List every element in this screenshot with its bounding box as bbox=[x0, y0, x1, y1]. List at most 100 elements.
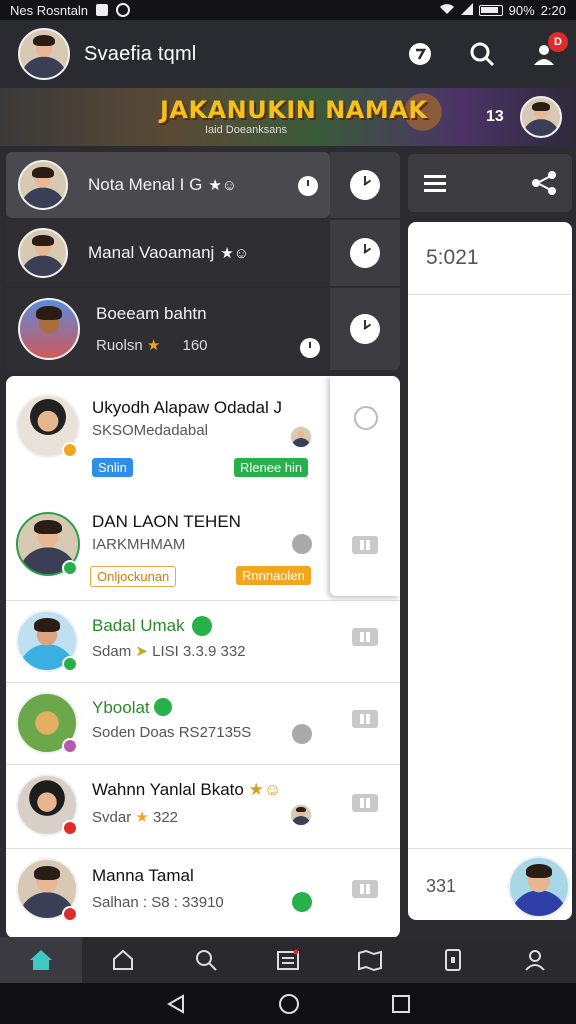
banner-subtitle: Iaid Doeanksans bbox=[205, 124, 287, 136]
bottom-nav bbox=[0, 937, 576, 983]
status-badge bbox=[62, 560, 78, 576]
battery-icon bbox=[478, 4, 503, 16]
status-badge bbox=[62, 656, 78, 672]
status-badge bbox=[62, 738, 78, 754]
contact-sub: SKSOMedadabal bbox=[92, 422, 208, 439]
list-item[interactable]: Badal Umak Sdam ➤ LISI 3.3.9 332 bbox=[6, 602, 400, 682]
banner-avatar bbox=[520, 96, 562, 138]
mini-avatar bbox=[290, 804, 312, 826]
app-header: Svaefia tqml D bbox=[0, 20, 576, 88]
avatar bbox=[18, 228, 68, 278]
list-item[interactable]: Yboolat Soden Doas RS27135S bbox=[6, 684, 400, 764]
call-button[interactable] bbox=[330, 288, 400, 370]
avatar bbox=[18, 298, 80, 360]
chat-bubble-icon[interactable] bbox=[406, 40, 434, 68]
map-icon bbox=[358, 949, 383, 972]
chat-sub: Ruolsn bbox=[96, 337, 143, 354]
share-icon[interactable] bbox=[532, 171, 556, 195]
floating-avatar[interactable] bbox=[508, 856, 570, 918]
contact-name: Yboolat bbox=[92, 698, 150, 717]
divider bbox=[6, 682, 400, 683]
tag-left[interactable]: Onljockunan bbox=[90, 566, 177, 587]
banner-title: JAKANUKIN NAMAK bbox=[160, 96, 428, 124]
notification-icon bbox=[96, 4, 109, 16]
menu-icon[interactable] bbox=[424, 175, 446, 192]
clock-icon bbox=[298, 176, 318, 196]
contact-name: Ukyodh Alapaw Odadal J bbox=[92, 398, 282, 417]
avatar bbox=[18, 160, 68, 210]
mini-avatar bbox=[290, 426, 312, 448]
list-item[interactable]: DAN LAON TEHEN IARKMHMAM Onljockunan Rnn… bbox=[6, 488, 400, 598]
divider bbox=[408, 848, 572, 849]
wifi-icon bbox=[439, 3, 455, 18]
home-icon bbox=[30, 950, 53, 970]
clock-time: 2:20 bbox=[540, 2, 566, 18]
nav-profile[interactable] bbox=[494, 937, 576, 983]
tag-right[interactable]: Rlenee hin bbox=[234, 458, 309, 477]
list-item[interactable]: Ukyodh Alapaw Odadal J SKSOMedadabal Snl… bbox=[6, 376, 400, 488]
check-icon[interactable] bbox=[354, 406, 378, 430]
contact-sub: IARKMHMAM bbox=[92, 536, 186, 553]
contact-list: Ukyodh Alapaw Odadal J SKSOMedadabal Snl… bbox=[6, 376, 400, 938]
user-notification-icon[interactable]: D bbox=[530, 32, 568, 68]
pause-icon[interactable] bbox=[352, 628, 378, 646]
pause-icon[interactable] bbox=[352, 536, 378, 554]
system-nav bbox=[0, 983, 576, 1024]
device-icon bbox=[444, 949, 461, 971]
home-circle-icon[interactable] bbox=[278, 993, 300, 1015]
call-button[interactable] bbox=[330, 220, 400, 286]
search-icon bbox=[195, 950, 217, 971]
pause-icon[interactable] bbox=[352, 880, 378, 898]
contact-name: Badal Umak bbox=[92, 616, 185, 635]
pause-icon[interactable] bbox=[352, 710, 378, 728]
contact-sub: Svdar bbox=[92, 809, 132, 826]
nav-search[interactable] bbox=[165, 937, 247, 983]
search-icon[interactable] bbox=[468, 40, 496, 68]
contact-meta: 322 bbox=[152, 809, 179, 826]
list-item[interactable]: Wahnn Yanlal Bkato ★☺ Svdar ★ 322 bbox=[6, 766, 400, 850]
detail-panel: 5:021 331 bbox=[408, 222, 572, 920]
signal-icon bbox=[460, 2, 473, 18]
emoji-icon: ★☺ bbox=[248, 780, 282, 799]
banner-count: 13 bbox=[486, 108, 504, 125]
nav-house[interactable] bbox=[82, 937, 164, 983]
tag-left[interactable]: Snlin bbox=[92, 458, 133, 477]
list-item[interactable]: Manna Tamal Salhan : S8 : 33910 bbox=[6, 850, 400, 938]
detail-time: 5:021 bbox=[426, 246, 479, 269]
recents-icon[interactable] bbox=[391, 994, 411, 1014]
divider bbox=[408, 294, 572, 295]
action-icon[interactable] bbox=[292, 534, 312, 554]
nav-news[interactable] bbox=[247, 937, 329, 983]
news-icon bbox=[276, 949, 299, 970]
back-icon[interactable] bbox=[165, 993, 187, 1015]
chat-item[interactable]: Boeeam bahtn Ruolsn ★ 160 bbox=[6, 288, 330, 370]
verified-icon bbox=[154, 698, 172, 716]
arrow-icon: ➤ bbox=[135, 643, 148, 660]
contact-name: Wahnn Yanlal Bkato bbox=[92, 780, 244, 799]
chat-item[interactable]: Manal Vaoamanj ★☺ bbox=[6, 220, 330, 286]
chat-item-selected[interactable]: Nota Menal I G ★☺ bbox=[6, 152, 330, 218]
chat-count: 160 bbox=[182, 337, 208, 354]
action-icon[interactable] bbox=[292, 724, 312, 744]
check-icon[interactable] bbox=[292, 892, 312, 912]
nav-home[interactable] bbox=[0, 937, 83, 983]
divider bbox=[6, 848, 400, 849]
tag-right[interactable]: Rnnnaolen bbox=[236, 566, 311, 585]
clock-icon bbox=[350, 170, 380, 200]
call-button[interactable] bbox=[330, 152, 400, 218]
chat-name: Nota Menal I G bbox=[88, 175, 203, 194]
pause-icon[interactable] bbox=[352, 794, 378, 812]
promo-banner[interactable]: JAKANUKIN NAMAK Iaid Doeanksans 13 bbox=[0, 88, 576, 146]
nav-map[interactable] bbox=[329, 937, 411, 983]
carrier-label: Nes Rosntaln bbox=[10, 2, 89, 18]
right-toolbar bbox=[408, 154, 572, 212]
profile-avatar[interactable] bbox=[18, 28, 70, 80]
profile-icon bbox=[525, 950, 545, 971]
nav-device[interactable] bbox=[411, 937, 493, 983]
emoji-icon: ★☺ bbox=[220, 245, 250, 262]
battery-percent: 90% bbox=[508, 2, 535, 18]
chat-name: Boeeam bahtn bbox=[96, 304, 207, 323]
clock-icon bbox=[350, 238, 380, 268]
clock-icon bbox=[350, 314, 380, 344]
star-icon: ★ bbox=[146, 337, 161, 354]
